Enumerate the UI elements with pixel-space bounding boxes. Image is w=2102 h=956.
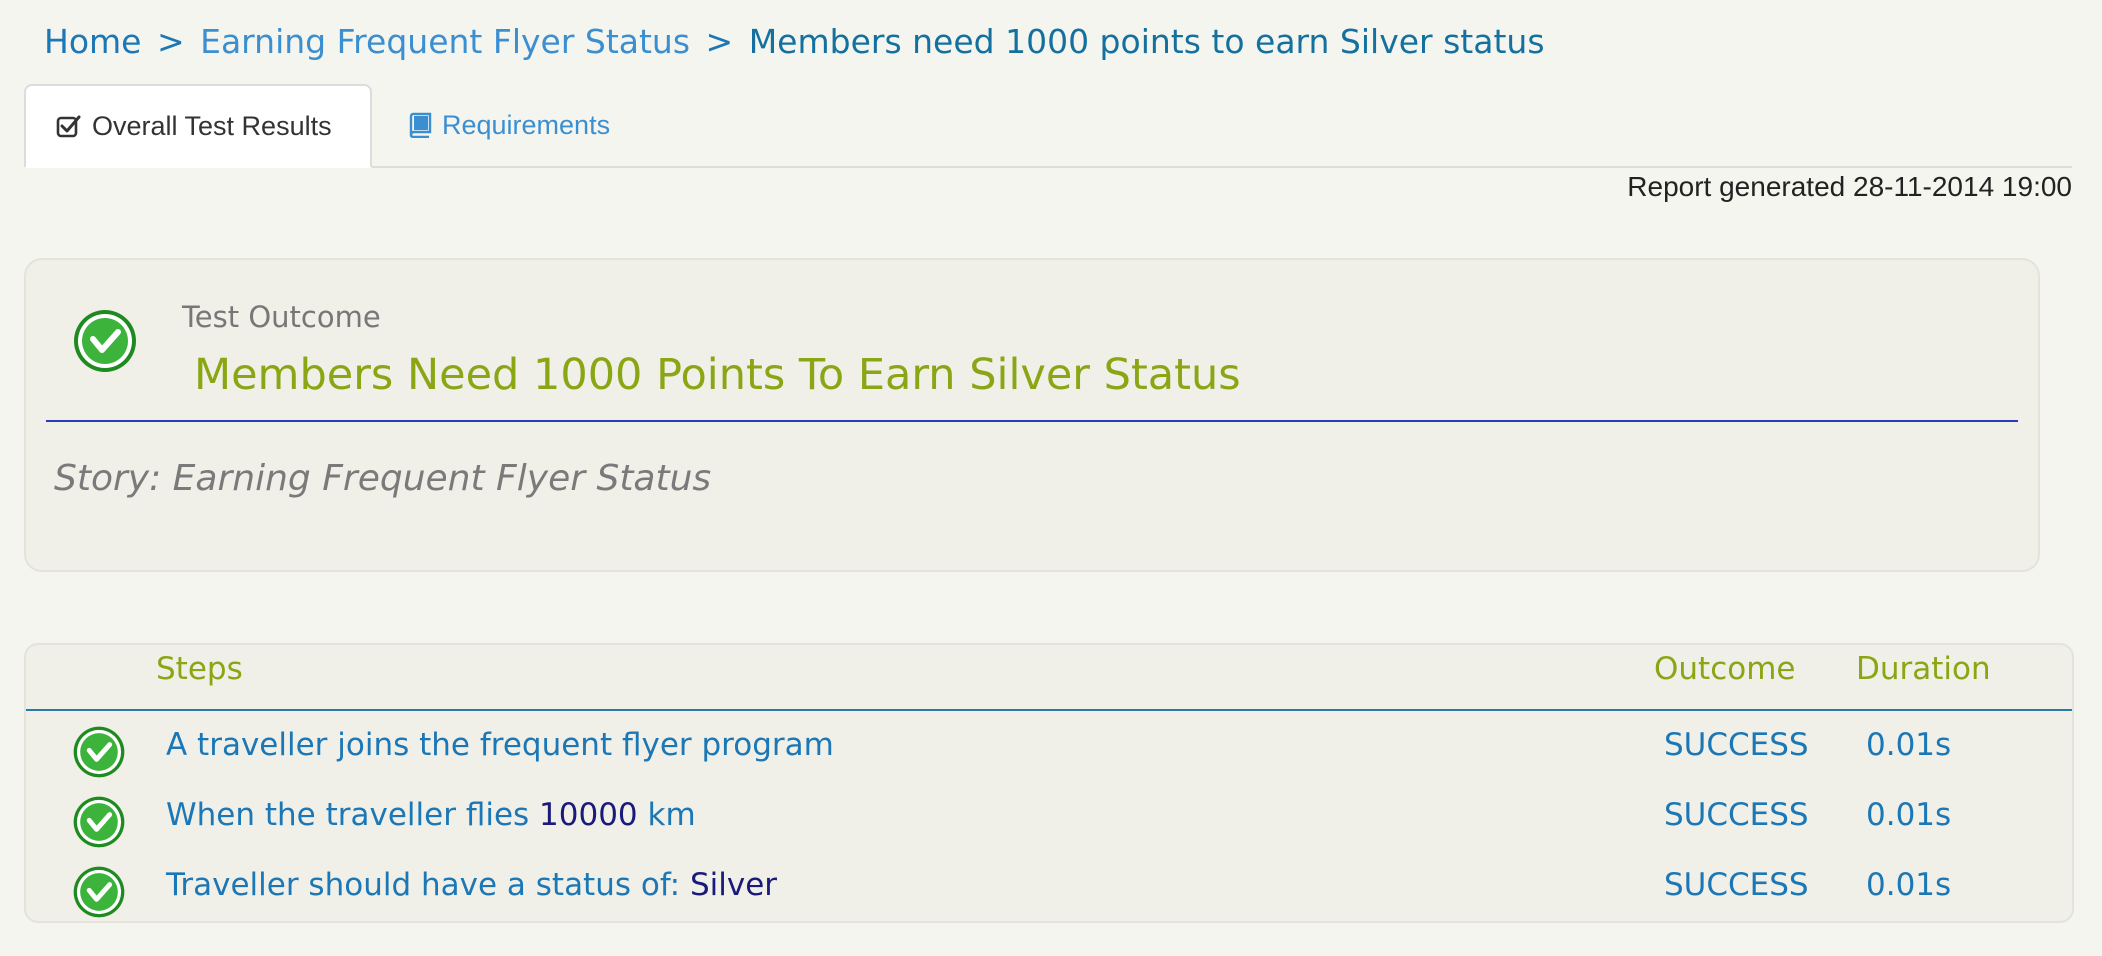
- step-outcome: SUCCESS: [1664, 727, 1809, 763]
- success-check-icon: [73, 866, 125, 918]
- step-duration: 0.01s: [1866, 727, 1952, 763]
- duration-column-header: Duration: [1856, 651, 1991, 687]
- table-row: Traveller should have a status of: Silve…: [26, 859, 2072, 919]
- step-duration: 0.01s: [1866, 797, 1952, 833]
- story-title: Story: Earning Frequent Flyer Status: [54, 458, 712, 499]
- success-check-icon: [74, 310, 136, 372]
- steps-table: Steps Outcome Duration A traveller joins…: [24, 643, 2074, 923]
- breadcrumb-story-link[interactable]: Earning Frequent Flyer Status: [200, 22, 690, 61]
- step-parameter: 10000: [539, 797, 638, 833]
- breadcrumb-home-link[interactable]: Home: [44, 22, 141, 61]
- divider: [46, 420, 2018, 422]
- step-description: A traveller joins the frequent flyer pro…: [166, 727, 834, 763]
- step-duration: 0.01s: [1866, 867, 1952, 903]
- book-icon: [409, 112, 432, 138]
- breadcrumb-separator: >: [705, 22, 734, 61]
- step-description: When the traveller flies 10000 km: [166, 797, 696, 833]
- test-outcome-panel: Test Outcome Members Need 1000 Points To…: [24, 258, 2040, 572]
- breadcrumb: Home > Earning Frequent Flyer Status > M…: [44, 22, 1545, 61]
- tab-overall-test-results[interactable]: Overall Test Results: [24, 84, 372, 168]
- outcome-column-header: Outcome: [1654, 651, 1796, 687]
- table-row: When the traveller flies 10000 km SUCCES…: [26, 789, 2072, 849]
- step-parameter: Silver: [689, 867, 778, 903]
- steps-column-header: Steps: [156, 651, 243, 687]
- step-outcome: SUCCESS: [1664, 867, 1809, 903]
- success-check-icon: [73, 726, 125, 778]
- breadcrumb-current: Members need 1000 points to earn Silver …: [748, 22, 1545, 61]
- step-text: Traveller should have a status of:: [166, 867, 690, 903]
- test-outcome-title: Members Need 1000 Points To Earn Silver …: [194, 350, 1241, 400]
- tab-bar: Overall Test Results Requirements: [24, 84, 2072, 168]
- step-description: Traveller should have a status of: Silve…: [166, 867, 777, 903]
- steps-table-header: Steps Outcome Duration: [26, 645, 2072, 711]
- tab-requirements[interactable]: Requirements: [408, 84, 610, 166]
- success-check-icon: [73, 796, 125, 848]
- report-generated-date: Report generated 28-11-2014 19:00: [1627, 171, 2072, 202]
- step-suffix: km: [637, 797, 696, 833]
- breadcrumb-separator: >: [156, 22, 185, 61]
- check-square-icon: [56, 115, 81, 138]
- tab-label: Overall Test Results: [92, 110, 332, 141]
- step-text: When the traveller flies: [166, 797, 540, 833]
- test-outcome-label: Test Outcome: [182, 300, 381, 334]
- step-outcome: SUCCESS: [1664, 797, 1809, 833]
- step-text: A traveller joins the frequent flyer pro…: [166, 727, 834, 763]
- tab-label: Requirements: [442, 109, 611, 140]
- table-row: A traveller joins the frequent flyer pro…: [26, 719, 2072, 779]
